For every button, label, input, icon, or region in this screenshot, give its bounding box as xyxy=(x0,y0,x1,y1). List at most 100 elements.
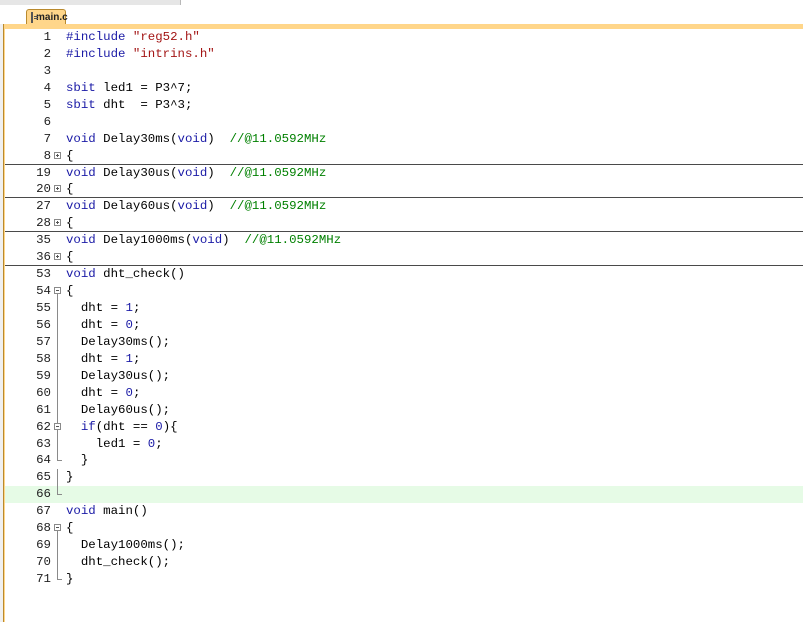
code-line[interactable]: 4 sbit led1 = P3^7; xyxy=(5,80,803,97)
line-number: 59 xyxy=(36,368,51,383)
code-line[interactable]: 60 dht = 0; xyxy=(5,384,803,402)
line-number: 61 xyxy=(36,402,51,417)
code-line[interactable]: 20 { xyxy=(5,181,803,199)
line-number: 55 xyxy=(36,301,51,315)
expand-icon[interactable] xyxy=(54,219,61,227)
code-line[interactable]: 65} xyxy=(5,469,803,487)
fold-marker[interactable] xyxy=(53,181,63,197)
code-token: void xyxy=(66,504,96,519)
code-line[interactable]: 36 { xyxy=(5,249,803,267)
line-number: 28 xyxy=(36,216,51,231)
line-number: 5 xyxy=(43,97,51,112)
code-text: sbit led1 = P3^7; xyxy=(66,80,192,97)
code-line[interactable]: 53 void dht_check() xyxy=(5,266,803,283)
fold-marker xyxy=(53,333,63,351)
fold-guide-line xyxy=(57,554,58,571)
code-token: sbit xyxy=(66,97,96,112)
fold-marker[interactable] xyxy=(53,148,63,164)
code-text: { xyxy=(66,215,73,232)
fold-marker xyxy=(53,401,63,419)
code-line[interactable]: 8{ xyxy=(5,148,803,165)
line-number: 67 xyxy=(36,504,51,519)
fold-marker[interactable] xyxy=(53,249,63,265)
code-token: 1 xyxy=(125,351,133,366)
code-token: Delay60us( xyxy=(95,199,178,214)
collapse-icon[interactable] xyxy=(54,422,61,430)
expand-icon[interactable] xyxy=(54,185,61,193)
code-line[interactable]: 7 void Delay30ms(void) //@11.0592MHz xyxy=(5,131,803,148)
code-line[interactable]: 59 Delay30us(); xyxy=(5,367,803,385)
code-token: } xyxy=(66,572,74,586)
collapse-icon[interactable] xyxy=(54,287,61,295)
code-line[interactable]: 5 sbit dht = P3^3; xyxy=(5,97,803,114)
code-line[interactable]: 68 { xyxy=(5,520,803,538)
code-token: dht = P3^3; xyxy=(95,97,193,112)
fold-marker xyxy=(53,452,63,469)
code-token: led1 = xyxy=(66,436,148,451)
fold-marker xyxy=(53,384,63,402)
fold-marker xyxy=(53,435,63,453)
code-line[interactable]: 62 if(dht == 0){ xyxy=(5,418,803,436)
code-line[interactable]: 64 } xyxy=(5,452,803,469)
code-line[interactable]: 27 void Delay60us(void) //@11.0592MHz xyxy=(5,198,803,215)
fold-marker[interactable] xyxy=(53,418,63,436)
code-line[interactable]: 3 xyxy=(5,63,803,80)
code-text: } xyxy=(66,571,73,588)
expand-icon[interactable] xyxy=(54,253,61,261)
code-text: #include "intrins.h" xyxy=(66,46,215,63)
line-number: 66 xyxy=(36,487,51,502)
code-token: dht = xyxy=(66,385,126,400)
fold-end-marker xyxy=(57,460,62,462)
line-number: 27 xyxy=(36,199,51,214)
code-text: sbit dht = P3^3; xyxy=(66,97,192,114)
code-token: 0 xyxy=(125,317,133,332)
code-line[interactable]: 6 xyxy=(5,114,803,131)
code-line[interactable]: 57 Delay30ms(); xyxy=(5,333,803,351)
fold-marker xyxy=(53,350,63,368)
code-line[interactable]: 61 Delay60us(); xyxy=(5,401,803,419)
code-line[interactable]: 67 void main() xyxy=(5,503,803,520)
fold-marker xyxy=(53,63,63,80)
code-text: Delay60us(); xyxy=(66,402,170,419)
code-line[interactable]: 63 led1 = 0; xyxy=(5,435,803,453)
fold-marker[interactable] xyxy=(53,520,63,538)
code-token: Delay1000ms(); xyxy=(66,538,185,553)
fold-marker xyxy=(53,165,63,182)
expand-icon[interactable] xyxy=(54,151,61,159)
code-text: void dht_check() xyxy=(66,266,185,283)
code-token: ; xyxy=(132,351,141,366)
code-line[interactable]: 55 dht = 1; xyxy=(5,300,803,317)
fold-marker xyxy=(53,537,63,555)
code-token: Delay30ms(); xyxy=(66,334,171,349)
code-text: { xyxy=(66,249,73,266)
tab-main-c[interactable]: main.c xyxy=(26,9,68,25)
code-line[interactable]: 71} xyxy=(5,571,803,588)
code-token: { xyxy=(66,148,74,163)
line-number: 70 xyxy=(36,555,51,570)
fold-marker[interactable] xyxy=(53,215,63,231)
fold-guide-line xyxy=(57,486,58,495)
code-text: { xyxy=(66,520,73,537)
code-text: void Delay30us(void) //@11.0592MHz xyxy=(66,165,326,182)
code-token: void xyxy=(66,199,96,214)
code-line[interactable]: 70 dht_check(); xyxy=(5,554,803,571)
fold-guide-line xyxy=(57,452,58,461)
code-line[interactable]: 2 #include "intrins.h" xyxy=(5,46,803,63)
code-token: { xyxy=(66,216,74,231)
code-line[interactable]: 28 { xyxy=(5,215,803,233)
code-line[interactable]: 56 dht = 0; xyxy=(5,316,803,334)
code-line[interactable]: 35 void Delay1000ms(void) //@11.0592MHz xyxy=(5,232,803,249)
code-editor[interactable]: 1 #include "reg52.h" 2 #include "intrins.h"… xyxy=(5,29,803,622)
fold-marker[interactable] xyxy=(53,283,63,300)
fold-guide-line xyxy=(57,350,58,368)
code-line[interactable]: 54 { xyxy=(5,283,803,300)
code-line[interactable]: 1 #include "reg52.h" xyxy=(5,29,803,46)
code-line[interactable]: 19 void Delay30us(void) //@11.0592MHz xyxy=(5,165,803,182)
code-line[interactable]: 66 xyxy=(5,486,803,504)
collapse-icon[interactable] xyxy=(54,524,61,532)
code-token: Delay1000ms( xyxy=(95,233,193,248)
code-line[interactable]: 58 dht = 1; xyxy=(5,350,803,368)
line-number: 65 xyxy=(36,470,51,485)
code-line[interactable]: 69 Delay1000ms(); xyxy=(5,537,803,555)
